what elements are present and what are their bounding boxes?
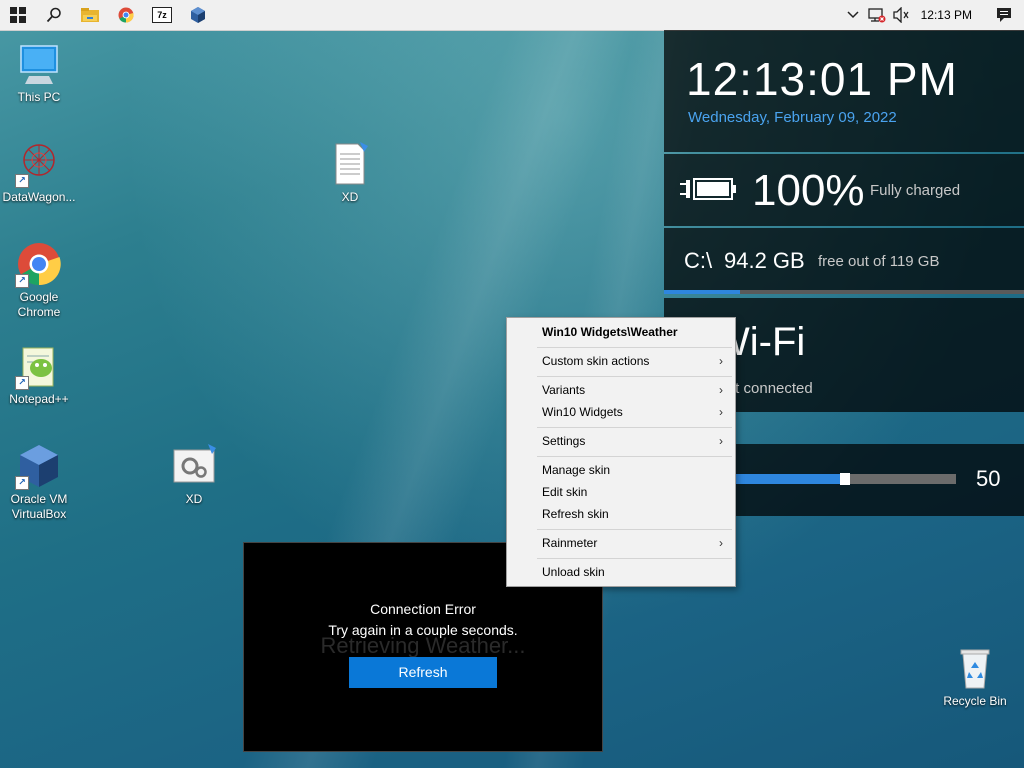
menu-item-unload-skin[interactable]: Unload skin xyxy=(509,561,733,583)
disk-total-text: free out of 119 GB xyxy=(818,253,940,270)
menu-separator xyxy=(537,427,732,428)
battery-plug-icon xyxy=(680,174,738,209)
menu-item-label: Refresh skin xyxy=(542,507,609,521)
weather-error-message: Try again in a couple seconds. xyxy=(328,622,518,638)
desktop-icon-label: Google Chrome xyxy=(17,290,61,319)
this-pc-icon xyxy=(15,40,63,88)
desktop-icon-label: XD xyxy=(341,190,359,204)
desktop-icon-recycle-bin[interactable]: Recycle Bin xyxy=(937,644,1013,709)
7zip-icon[interactable]: 7z xyxy=(144,0,180,30)
menu-item-label: Custom skin actions xyxy=(542,354,650,368)
desktop-icon-label: Notepad++ xyxy=(9,392,69,406)
volume-slider[interactable] xyxy=(724,473,956,485)
battery-percent: 100% xyxy=(752,166,865,215)
virtualbox-icon: ↗ xyxy=(15,442,63,490)
menu-item-custom-skin-actions[interactable]: Custom skin actions › xyxy=(509,350,733,372)
menu-item-manage-skin[interactable]: Manage skin xyxy=(509,459,733,481)
chevron-right-icon: › xyxy=(719,383,723,397)
volume-slider-fill xyxy=(724,474,840,484)
search-icon[interactable] xyxy=(36,0,72,30)
disk-usage-fill xyxy=(664,290,740,294)
chrome-icon: ↗ xyxy=(15,240,63,288)
desktop-icon-this-pc[interactable]: This PC xyxy=(1,40,77,105)
settings-file-icon xyxy=(170,442,218,490)
desktop-icon-label: DataWagon... xyxy=(2,190,76,204)
desktop-icon-label: Oracle VM VirtualBox xyxy=(10,492,68,521)
shortcut-arrow-icon: ↗ xyxy=(15,476,29,490)
notepadpp-icon: ↗ xyxy=(15,342,63,390)
action-center-icon[interactable] xyxy=(984,0,1024,30)
chevron-right-icon: › xyxy=(719,405,723,419)
desktop-icon-virtualbox[interactable]: ↗ Oracle VM VirtualBox xyxy=(1,442,77,522)
menu-separator xyxy=(537,456,732,457)
menu-item-edit-skin[interactable]: Edit skin xyxy=(509,481,733,503)
desktop-icon-google-chrome[interactable]: ↗ Google Chrome xyxy=(1,240,77,320)
menu-item-settings[interactable]: Settings › xyxy=(509,430,733,452)
file-explorer-icon[interactable] xyxy=(72,0,108,30)
shortcut-arrow-icon: ↗ xyxy=(15,376,29,390)
clock-time: 12:13:01 PM xyxy=(686,53,958,105)
menu-item-label: Unload skin xyxy=(542,565,605,579)
shortcut-arrow-icon: ↗ xyxy=(15,274,29,288)
taskbar: 7z 12:13 PM xyxy=(0,0,1024,31)
weather-refresh-button[interactable]: Refresh xyxy=(349,657,497,688)
weather-error-title: Connection Error xyxy=(370,601,476,617)
volume-value: 50 xyxy=(976,466,1001,491)
chevron-right-icon: › xyxy=(719,536,723,550)
disk-usage-bar xyxy=(664,290,1024,294)
desktop-icon-xd-document[interactable]: XD xyxy=(312,140,388,205)
chevron-right-icon: › xyxy=(719,354,723,368)
menu-item-label: Settings xyxy=(542,434,586,448)
7zip-label: 7z xyxy=(152,7,172,23)
menu-item-win10-widgets[interactable]: Win10 Widgets › xyxy=(509,401,733,423)
datawagon-icon: ↗ xyxy=(15,140,63,188)
menu-separator xyxy=(537,529,732,530)
desktop-icon-label: Recycle Bin xyxy=(943,694,1007,708)
chevron-up-icon[interactable] xyxy=(841,0,865,30)
rainmeter-context-menu: Win10 Widgets\Weather Custom skin action… xyxy=(506,317,736,587)
menu-separator xyxy=(537,347,732,348)
system-tray: 12:13 PM xyxy=(841,0,1024,30)
network-disconnected-icon[interactable] xyxy=(865,0,889,30)
rainmeter-clock-widget[interactable]: 12:13:01 PM Wednesday, February 09, 2022 xyxy=(664,30,1024,152)
menu-item-rainmeter[interactable]: Rainmeter › xyxy=(509,532,733,554)
shortcut-arrow-icon: ↗ xyxy=(15,174,29,188)
battery-status: Fully charged xyxy=(870,182,961,199)
desktop-icon-label: XD xyxy=(185,492,203,506)
menu-header-skin-name[interactable]: Win10 Widgets\Weather xyxy=(509,321,733,343)
menu-item-label: Manage skin xyxy=(542,463,611,477)
desktop-icon-xd-settings[interactable]: XD xyxy=(156,442,232,507)
menu-item-label: Edit skin xyxy=(542,485,588,499)
chrome-icon[interactable] xyxy=(108,0,144,30)
recycle-bin-icon xyxy=(951,644,999,692)
menu-item-label: Win10 Widgets xyxy=(542,405,623,419)
rainmeter-disk-widget[interactable]: C:\ 94.2 GB free out of 119 GB xyxy=(664,228,1024,290)
rainmeter-battery-widget[interactable]: 100% Fully charged xyxy=(664,154,1024,226)
desktop-icon-label: This PC xyxy=(17,90,61,104)
disk-drive-letter: C:\ xyxy=(684,248,713,273)
taskbar-clock[interactable]: 12:13 PM xyxy=(913,8,984,22)
volume-slider-handle[interactable] xyxy=(840,473,850,485)
virtualbox-icon[interactable] xyxy=(180,0,216,30)
volume-icon[interactable] xyxy=(889,0,913,30)
document-icon xyxy=(326,140,374,188)
menu-item-refresh-skin[interactable]: Refresh skin xyxy=(509,503,733,525)
menu-separator xyxy=(537,558,732,559)
windows-start-icon[interactable] xyxy=(0,0,36,30)
menu-item-variants[interactable]: Variants › xyxy=(509,379,733,401)
chevron-right-icon: › xyxy=(719,434,723,448)
disk-free-space: 94.2 GB xyxy=(724,248,805,273)
desktop-icon-notepadpp[interactable]: ↗ Notepad++ xyxy=(1,342,77,407)
menu-item-label: Variants xyxy=(542,383,586,397)
menu-separator xyxy=(537,376,732,377)
desktop-icon-datawagon[interactable]: ↗ DataWagon... xyxy=(1,140,77,205)
clock-date: Wednesday, February 09, 2022 xyxy=(688,109,897,126)
menu-item-label: Rainmeter xyxy=(542,536,598,550)
